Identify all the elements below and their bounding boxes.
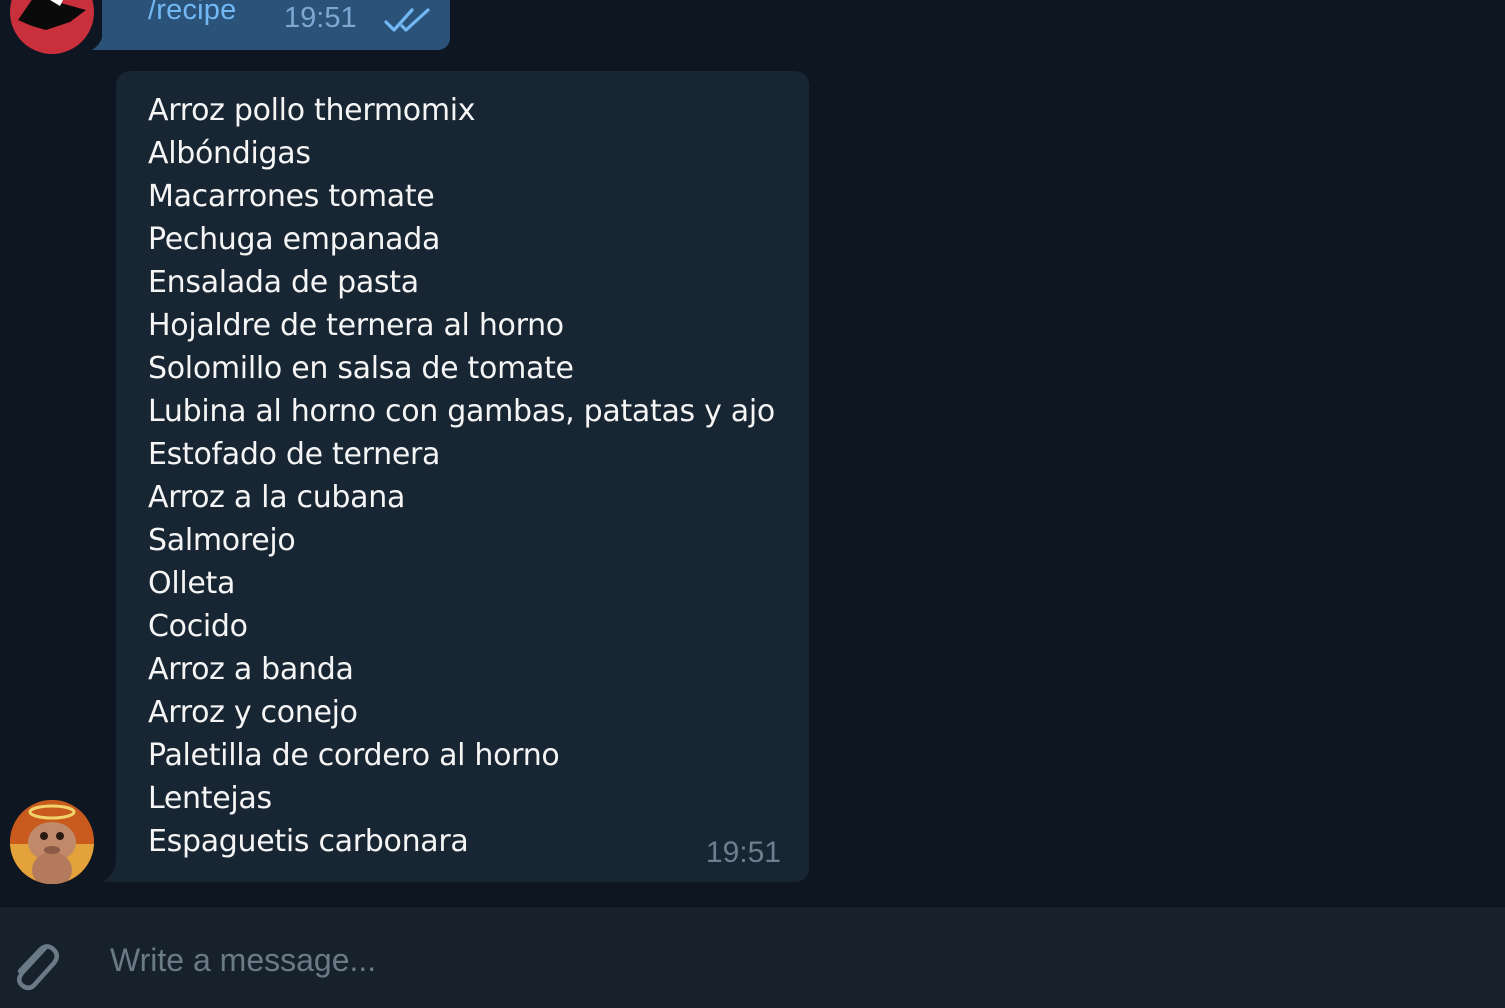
message-composer <box>0 906 1505 1008</box>
recipe-item: Arroz a la cubana <box>148 480 406 515</box>
recipe-item: Macarrones tomate <box>148 179 435 214</box>
recipe-item: Arroz pollo thermomix <box>148 93 476 128</box>
bubble-tail <box>92 30 116 50</box>
dinosaur-baby-icon <box>10 800 94 884</box>
recipe-item: Olleta <box>148 566 236 601</box>
bubble-tail <box>102 862 126 882</box>
bot-avatar[interactable] <box>10 800 94 884</box>
recipe-item: Solomillo en salsa de tomate <box>148 351 574 386</box>
recipe-item: Albóndigas <box>148 136 311 171</box>
recipe-item: Arroz a banda <box>148 652 354 687</box>
outgoing-message[interactable]: /recipe 19:51 <box>92 0 450 50</box>
recipe-list: Arroz pollo thermomix Albóndigas Macarrone… <box>148 89 775 863</box>
dragon-icon <box>18 0 86 30</box>
message-time: 19:51 <box>284 2 357 34</box>
recipe-item: Espaguetis carbonara <box>148 824 469 859</box>
recipe-item: Lentejas <box>148 781 272 816</box>
paperclip-icon[interactable] <box>6 933 62 993</box>
recipe-item: Salmorejo <box>148 523 296 558</box>
recipe-item: Pechuga empanada <box>148 222 441 257</box>
recipe-item: Hojaldre de ternera al horno <box>148 308 564 343</box>
recipe-item: Arroz y conejo <box>148 695 358 730</box>
message-time: 19:51 <box>705 836 781 869</box>
user-avatar[interactable] <box>10 0 94 54</box>
recipe-item: Cocido <box>148 609 248 644</box>
recipe-item: Lubina al horno con gambas, patatas y aj… <box>148 394 775 429</box>
recipe-item: Ensalada de pasta <box>148 265 419 300</box>
command-link[interactable]: /recipe <box>148 0 236 27</box>
chat-history[interactable]: /recipe 19:51 Arroz pollo thermomix Albón… <box>0 0 1505 906</box>
double-check-icon <box>384 8 430 32</box>
recipe-item: Paletilla de cordero al horno <box>148 738 560 773</box>
incoming-message[interactable]: Arroz pollo thermomix Albóndigas Macarrone… <box>102 71 809 882</box>
recipe-item: Estofado de ternera <box>148 437 441 472</box>
message-input[interactable] <box>108 931 1472 989</box>
